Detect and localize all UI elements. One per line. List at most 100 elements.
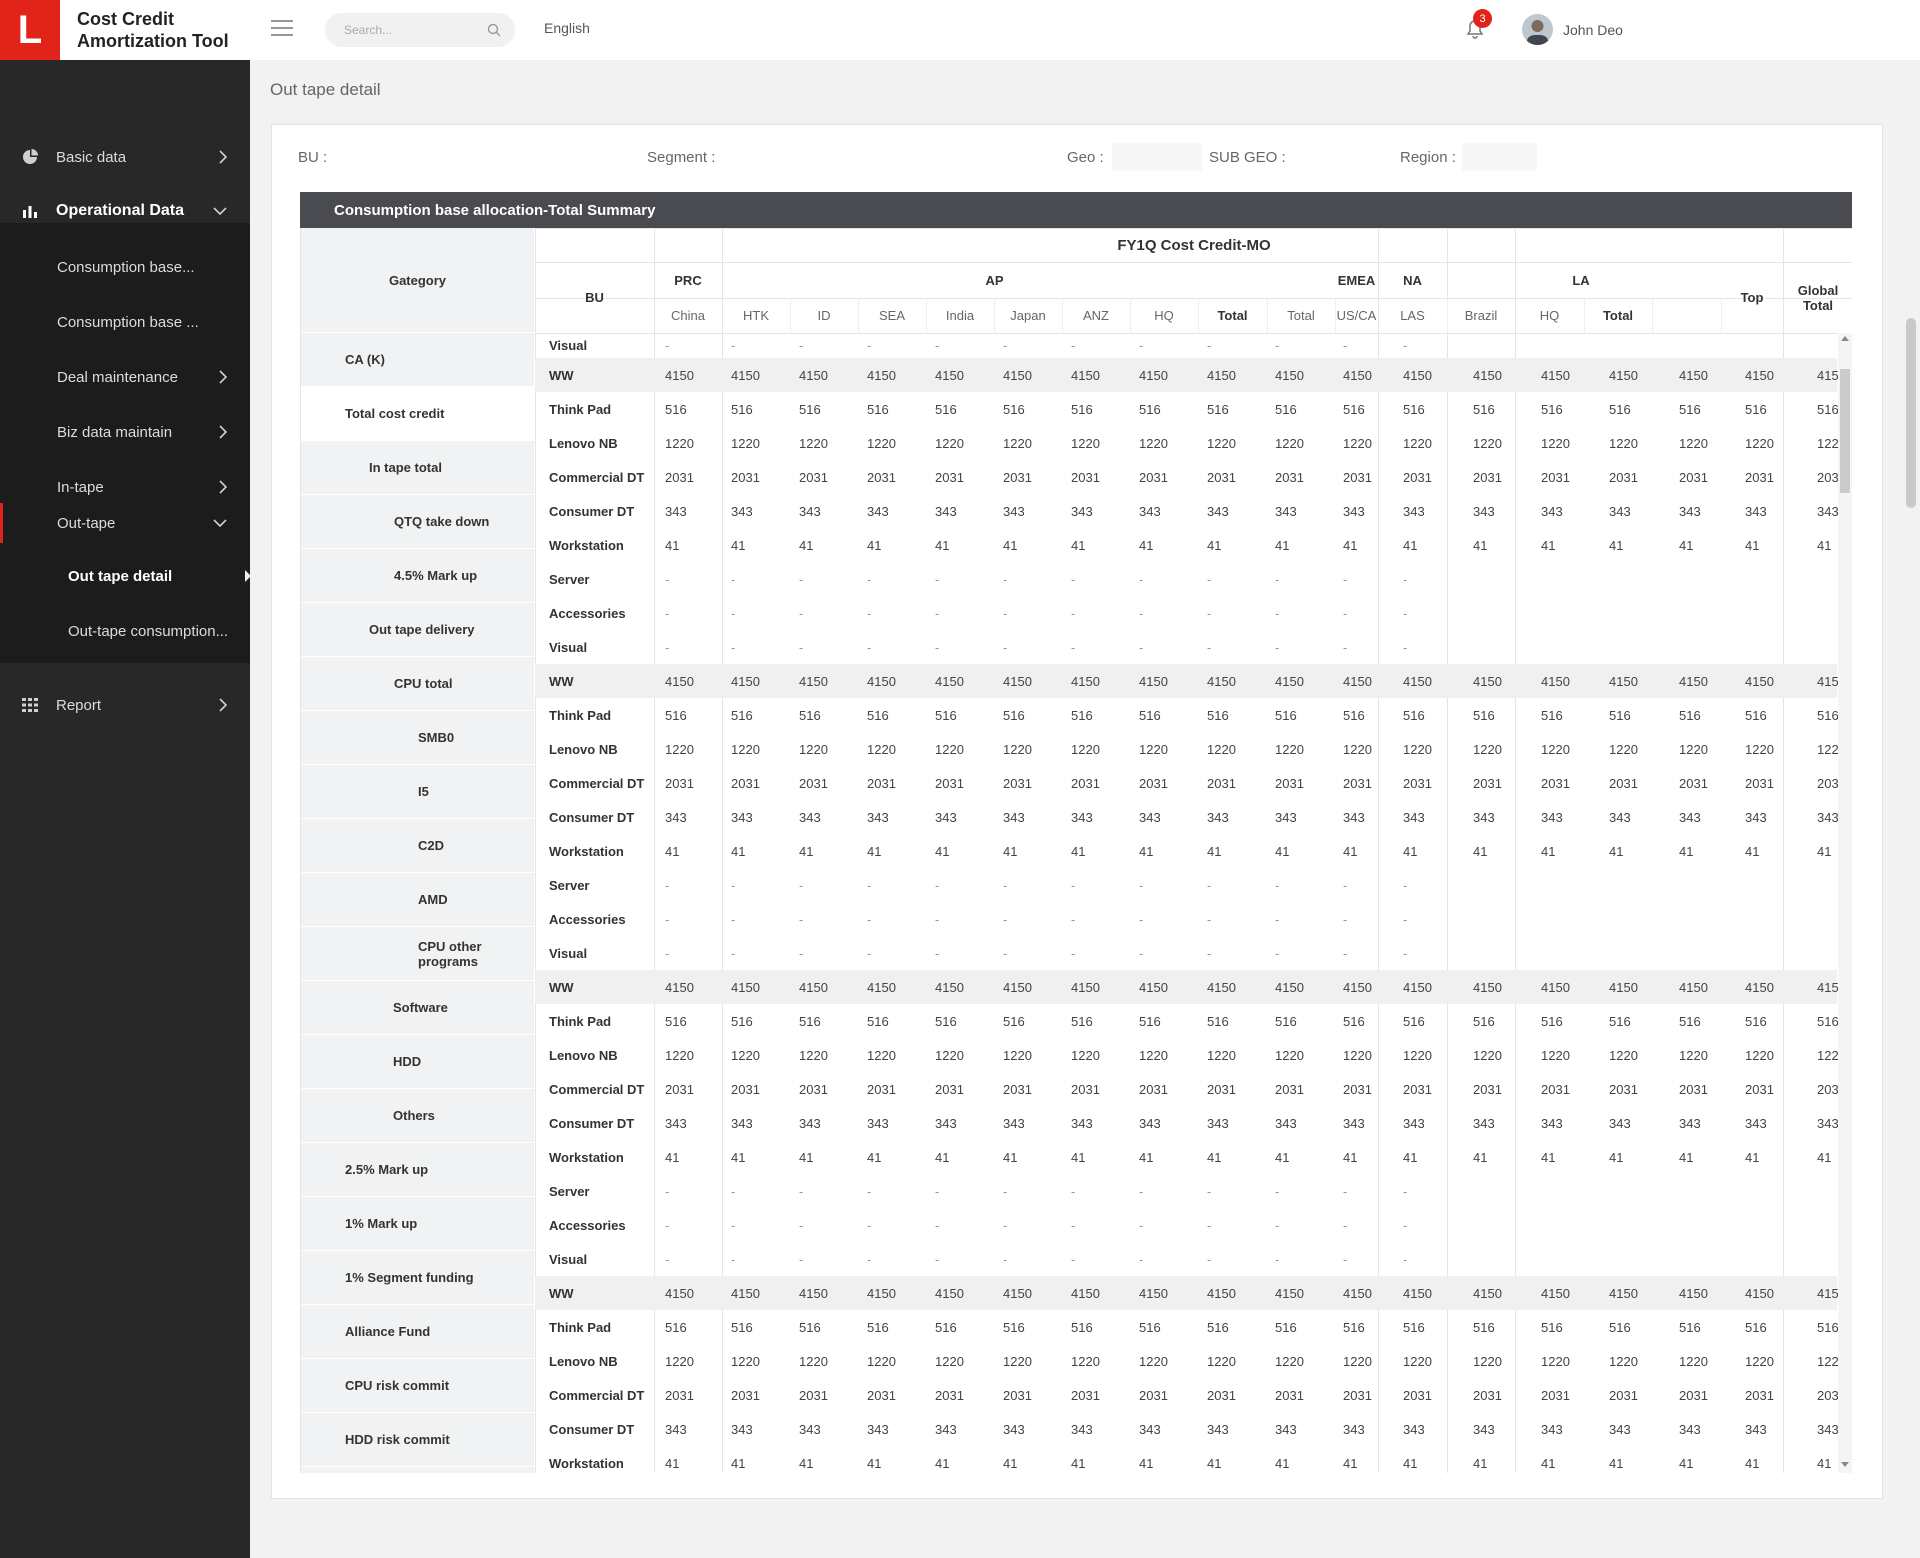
category-hdd-risk-commit[interactable]: HDD risk commit — [301, 1413, 534, 1467]
fy1q-super-header: FY1Q Cost Credit-MO — [1117, 236, 1271, 254]
chevron-right-icon — [219, 480, 228, 494]
search-icon[interactable] — [487, 23, 501, 37]
table-cell: 516 — [867, 1319, 889, 1335]
table-cell: 2031 — [1541, 1387, 1570, 1403]
table-cell: 343 — [1817, 503, 1839, 519]
notification-badge[interactable]: 3 — [1473, 9, 1492, 28]
table-cell: 1220 — [1403, 435, 1432, 451]
table-cell: 343 — [1745, 1115, 1767, 1131]
table-cell: 343 — [1679, 1115, 1701, 1131]
table-cell: - — [1275, 337, 1280, 353]
category-cpu-risk-commit[interactable]: CPU risk commit — [301, 1359, 534, 1413]
page-scrollbar[interactable] — [1902, 60, 1920, 1558]
category-mark-up-1[interactable]: 1% Mark up — [301, 1197, 534, 1251]
category-others[interactable]: Others — [301, 1089, 534, 1143]
table-cell: 516 — [1071, 1013, 1093, 1029]
table-cell: 2031 — [1207, 1081, 1236, 1097]
table-cell: - — [1003, 571, 1008, 587]
sidebar-item-out-tape-consumption[interactable]: Out-tape consumption... — [0, 611, 250, 651]
sidebar-item-deal-maintenance[interactable]: Deal maintenance — [0, 357, 250, 397]
table-row: Consumer DT 343 343 343 343 343 343 343 343 343 34… — [535, 1412, 1839, 1446]
category-mark-up-45[interactable]: 4.5% Mark up — [301, 549, 534, 603]
table-cell: 516 — [1003, 401, 1025, 417]
category-c2d[interactable]: C2D — [301, 819, 534, 873]
table-cell: 41 — [1745, 843, 1760, 859]
category-in-tape-total[interactable]: In tape total — [301, 441, 534, 495]
table-scrollbar[interactable] — [1838, 333, 1852, 1473]
table-cell: 1220 — [1275, 741, 1304, 757]
sidebar-item-consumption-base-2[interactable]: Consumption base ... — [0, 302, 250, 342]
filter-region-select[interactable] — [1462, 143, 1537, 171]
sidebar-item-out-tape[interactable]: Out-tape — [0, 503, 250, 543]
table-cell: 2031 — [731, 1081, 760, 1097]
table-cell: 4150 — [1343, 979, 1372, 995]
table-cell: 4150 — [1403, 367, 1432, 383]
category-smb0[interactable]: SMB0 — [301, 711, 534, 765]
table-cell: 1220 — [1003, 1047, 1032, 1063]
table-scrollbar-thumb[interactable] — [1840, 369, 1850, 493]
sidebar-item-in-tape[interactable]: In-tape — [0, 467, 250, 507]
search-box[interactable] — [325, 13, 515, 47]
table-cell: 1220 — [867, 1047, 896, 1063]
category-cpu-total[interactable]: CPU total — [301, 657, 534, 711]
table-cell: 1220 — [1473, 741, 1502, 757]
table-cell: 2031 — [1609, 469, 1638, 485]
category-mark-up-25[interactable]: 2.5% Mark up — [301, 1143, 534, 1197]
table-cell: - — [1139, 1183, 1144, 1199]
sidebar-item-consumption-base-1[interactable]: Consumption base... — [0, 247, 250, 287]
category-software[interactable]: Software — [301, 981, 534, 1035]
category-segment-funding-1[interactable]: 1% Segment funding — [301, 1251, 534, 1305]
table-cell: 516 — [1473, 1013, 1495, 1029]
category-i5[interactable]: I5 — [301, 765, 534, 819]
language-selector[interactable]: English — [544, 20, 590, 36]
table-cell: - — [665, 1251, 670, 1267]
table-cell: 343 — [1473, 1421, 1495, 1437]
table-cell: 516 — [867, 1013, 889, 1029]
category-cpu-other-programs[interactable]: CPU other programs — [301, 927, 534, 981]
sidebar-item-report[interactable]: Report — [0, 685, 250, 725]
table-cell: 343 — [665, 1115, 687, 1131]
table-cell: - — [1343, 945, 1348, 961]
category-qtq-take-down[interactable]: QTQ take down — [301, 495, 534, 549]
table-cell: 4150 — [1541, 673, 1570, 689]
category-ca-k[interactable]: CA (K) — [301, 333, 534, 387]
avatar[interactable] — [1522, 14, 1553, 45]
hamburger-menu-icon[interactable] — [271, 20, 293, 38]
table-cell: 343 — [1403, 1115, 1425, 1131]
sidebar-item-basic-data[interactable]: Basic data — [0, 137, 250, 177]
category-hdd[interactable]: HDD — [301, 1035, 534, 1089]
category-alliance-fund[interactable]: Alliance Fund — [301, 1305, 534, 1359]
table-row: Accessories - - - - - - - - - - - - — [535, 902, 1837, 936]
search-input[interactable] — [344, 23, 484, 37]
page-scrollbar-thumb[interactable] — [1906, 318, 1916, 508]
table-cell: 343 — [1609, 1115, 1631, 1131]
user-name[interactable]: John Deo — [1563, 22, 1623, 38]
sidebar-item-biz-data-maintain[interactable]: Biz data maintain — [0, 412, 250, 452]
category-total-cost-credit[interactable]: Total cost credit — [301, 387, 534, 441]
table-cell: 2031 — [1609, 1081, 1638, 1097]
table-cell: 1220 — [1275, 1047, 1304, 1063]
table-row: Visual - - - - - - - - - - - - — [535, 333, 1837, 357]
scroll-down-arrow-icon[interactable] — [1841, 1462, 1849, 1467]
category-amd[interactable]: AMD — [301, 873, 534, 927]
table-cell: 4150 — [1609, 1285, 1638, 1301]
table-row: Think Pad 516 516 516 516 516 516 516 516 516 516 5… — [535, 698, 1839, 732]
table-cell: 4150 — [1071, 1285, 1100, 1301]
scroll-up-arrow-icon[interactable] — [1841, 336, 1849, 341]
table-cell: - — [867, 605, 872, 621]
column-header-brazil: Brazil — [1464, 308, 1498, 323]
table-cell: 343 — [1541, 503, 1563, 519]
table-cell: 4150 — [1003, 979, 1032, 995]
table-cell: 2031 — [731, 1387, 760, 1403]
table-cell: 41 — [1541, 1455, 1556, 1471]
table-cell: 1220 — [731, 435, 760, 451]
category-out-tape-delivery[interactable]: Out tape delivery — [301, 603, 534, 657]
table-cell: - — [867, 571, 872, 587]
filter-geo-select[interactable] — [1112, 143, 1202, 171]
sidebar-item-out-tape-detail[interactable]: Out tape detail — [0, 556, 251, 596]
table-cell: - — [1207, 911, 1212, 927]
table-cell: - — [799, 877, 804, 893]
table-cell: 343 — [1473, 503, 1495, 519]
table-cell: 2031 — [1139, 469, 1168, 485]
filter-segment-label: Segment : — [647, 149, 716, 166]
